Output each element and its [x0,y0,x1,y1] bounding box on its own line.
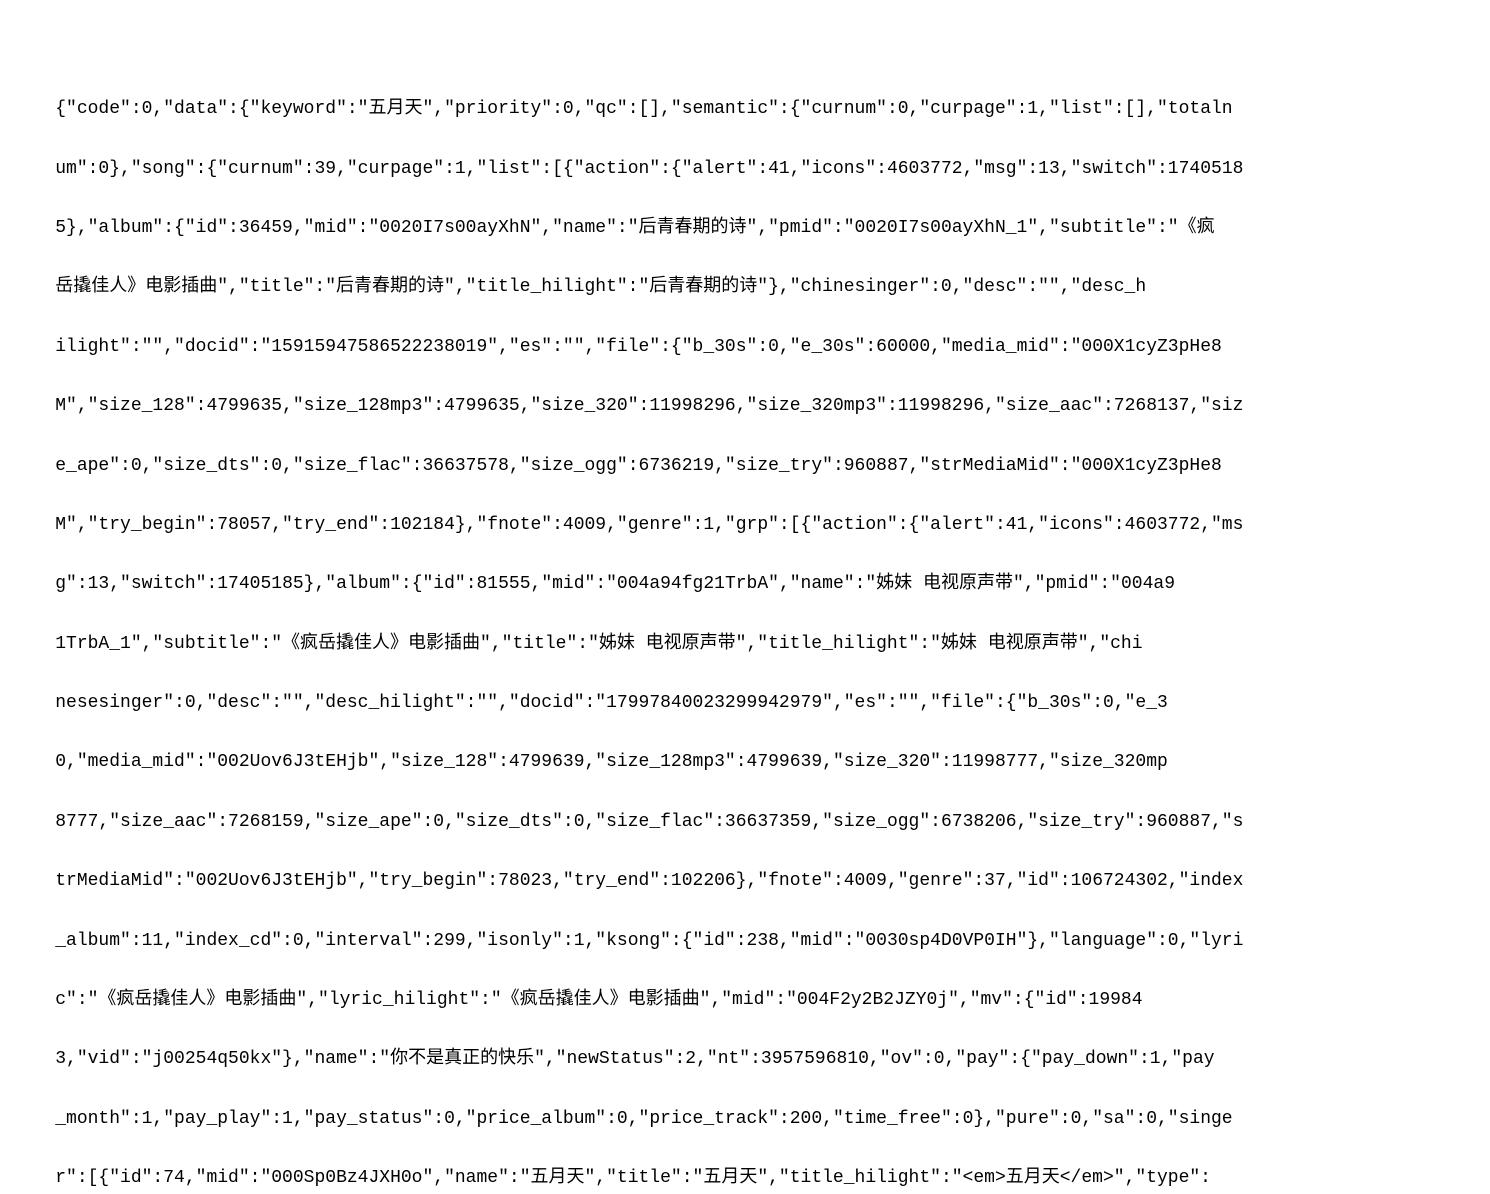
json-line-11: nesesinger":0,"desc":"","desc_hilight":"… [55,693,1168,713]
json-line-5: ilight":"","docid":"15915947586522238019… [55,337,1222,357]
json-line-16: c":"《疯岳撬佳人》电影插曲","lyric_hilight":"《疯岳撬佳人… [55,990,1142,1010]
json-line-9: g":13,"switch":17405185},"album":{"id":8… [55,574,1175,594]
json-content-area: {"code":0,"data":{"keyword":"五月天","prior… [0,0,1490,1194]
json-line-13: 8777,"size_aac":7268159,"size_ape":0,"si… [55,812,1243,832]
json-line-8: M","try_begin":78057,"try_end":102184},"… [55,515,1243,535]
json-line-14: trMediaMid":"002Uov6J3tEHjb","try_begin"… [55,871,1243,891]
json-line-6: M","size_128":4799635,"size_128mp3":4799… [55,396,1243,416]
json-line-17: 3,"vid":"j00254q50kx"},"name":"你不是真正的快乐"… [55,1049,1214,1069]
json-display: {"code":0,"data":{"keyword":"五月天","prior… [12,66,1478,1194]
json-line-10: 1TrbA_1","subtitle":"《疯岳撬佳人》电影插曲","title… [55,634,1142,654]
json-line-4: 岳撬佳人》电影插曲","title":"后青春期的诗","title_hilig… [55,277,1146,297]
json-line-7: e_ape":0,"size_dts":0,"size_flac":366375… [55,456,1222,476]
json-line-2: um":0},"song":{"curnum":39,"curpage":1,"… [55,159,1243,179]
json-line-19: r":[{"id":74,"mid":"000Sp0Bz4JXH0o","nam… [55,1168,1211,1188]
json-line-15: _album":11,"index_cd":0,"interval":299,"… [55,931,1243,951]
json-line-18: _month":1,"pay_play":1,"pay_status":0,"p… [55,1109,1232,1129]
json-line-1: {"code":0,"data":{"keyword":"五月天","prior… [55,99,1232,119]
json-line-3: 5},"album":{"id":36459,"mid":"0020I7s00a… [55,218,1214,238]
json-line-12: 0,"media_mid":"002Uov6J3tEHjb","size_128… [55,752,1168,772]
